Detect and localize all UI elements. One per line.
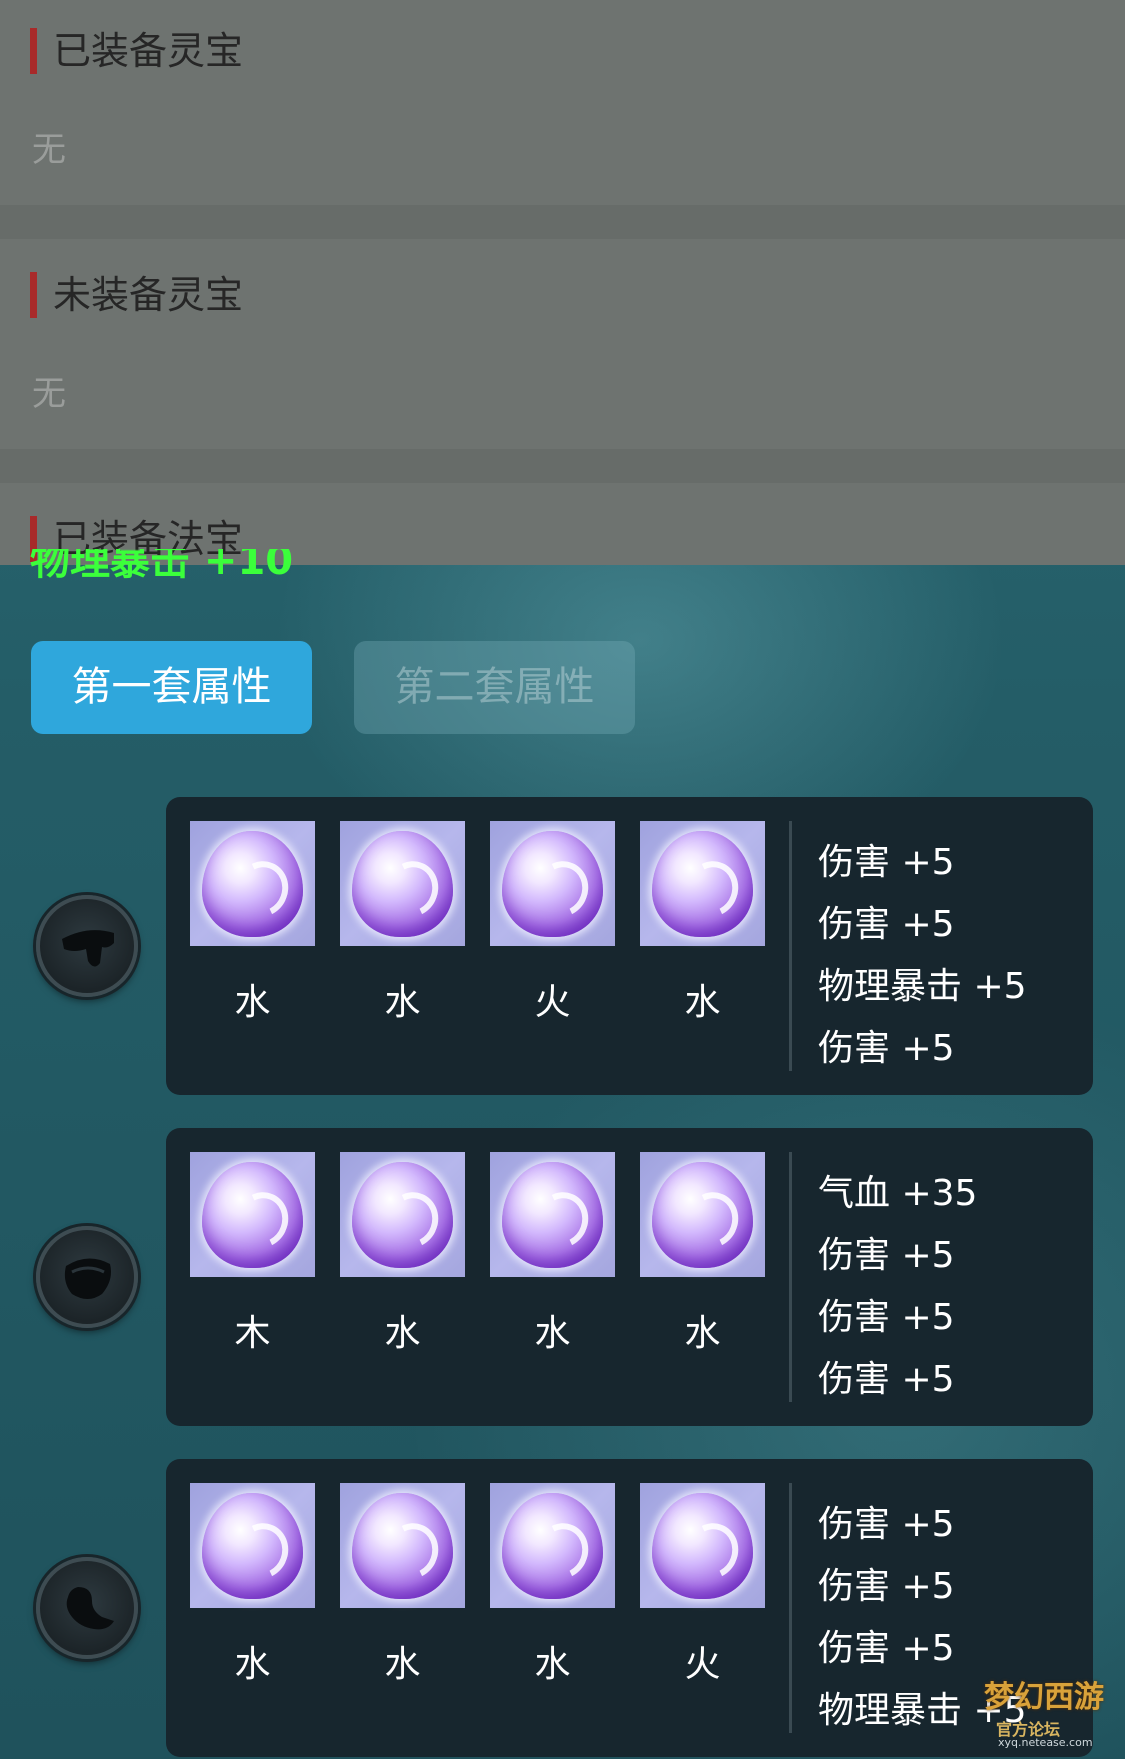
gem-card: 水 水 火 水 伤害 +5 伤害 +5 物理暴击 +5 伤害 +5: [166, 797, 1093, 1095]
gem-icon[interactable]: [340, 1483, 465, 1608]
attribute-line: 伤害 +5: [818, 842, 955, 883]
gem-icon[interactable]: [190, 1483, 315, 1608]
gem-element-label: 火: [684, 1644, 721, 1685]
attribute-line: 伤害 +5: [818, 1359, 955, 1400]
gem-element-label: 水: [384, 1644, 421, 1685]
attribute-line: 物理暴击 +5: [818, 966, 1027, 1007]
section-value-equipped-lingbao: 无: [32, 130, 66, 170]
gem-element-label: 水: [684, 1313, 721, 1354]
gem-icon[interactable]: [490, 821, 615, 946]
gem-icon[interactable]: [490, 1152, 615, 1277]
gem-element-label: 水: [234, 1644, 271, 1685]
attribute-line: 伤害 +5: [818, 1566, 955, 1607]
gem-element-label: 水: [684, 982, 721, 1023]
info-panel: 已装备灵宝 无 未装备灵宝 无 已装备法宝: [0, 0, 1125, 565]
gem-icon[interactable]: [190, 1152, 315, 1277]
attribute-line: 伤害 +5: [818, 1028, 955, 1069]
gem-icon[interactable]: [340, 821, 465, 946]
divider: [789, 1483, 792, 1733]
attribute-line: 气血 +35: [818, 1173, 978, 1214]
section-divider: [0, 205, 1125, 239]
weapon-icon[interactable]: [36, 1557, 138, 1659]
gem-element-label: 水: [384, 982, 421, 1023]
gem-element-label: 水: [234, 982, 271, 1023]
gem-icon[interactable]: [640, 1152, 765, 1277]
gem-element-label: 木: [234, 1313, 271, 1354]
gem-element-label: 水: [384, 1313, 421, 1354]
gem-icon[interactable]: [190, 821, 315, 946]
attribute-line: 伤害 +5: [818, 1628, 955, 1669]
divider: [789, 821, 792, 1071]
attribute-line: 伤害 +5: [818, 904, 955, 945]
gem-element-label: 水: [534, 1313, 571, 1354]
cut-off-attribute-text: 物理暴击 +10: [30, 549, 294, 581]
gem-element-label: 火: [534, 982, 571, 1023]
gem-icon[interactable]: [640, 1483, 765, 1608]
gem-icon[interactable]: [340, 1152, 465, 1277]
attribute-line: 伤害 +5: [818, 1235, 955, 1276]
section-divider: [0, 449, 1125, 483]
tab-second-set[interactable]: 第二套属性: [354, 641, 635, 734]
tab-first-set[interactable]: 第一套属性: [31, 641, 312, 734]
section-title-unequipped-lingbao: 未装备灵宝: [30, 272, 243, 318]
attribute-line: 伤害 +5: [818, 1297, 955, 1338]
gem-icon[interactable]: [640, 821, 765, 946]
attribute-line: 物理暴击 +5: [818, 1690, 1027, 1731]
hat-icon[interactable]: [36, 895, 138, 997]
gem-element-label: 水: [534, 1644, 571, 1685]
divider: [789, 1152, 792, 1402]
gem-card: 水 水 水 火 伤害 +5 伤害 +5 伤害 +5 物理暴击 +5: [166, 1459, 1093, 1757]
section-value-unequipped-lingbao: 无: [32, 374, 66, 414]
gem-icon[interactable]: [490, 1483, 615, 1608]
section-title-equipped-lingbao: 已装备灵宝: [30, 28, 243, 74]
gem-card: 木 水 水 水 气血 +35 伤害 +5 伤害 +5 伤害 +5: [166, 1128, 1093, 1426]
necklace-icon[interactable]: [36, 1226, 138, 1328]
attribute-line: 伤害 +5: [818, 1504, 955, 1545]
